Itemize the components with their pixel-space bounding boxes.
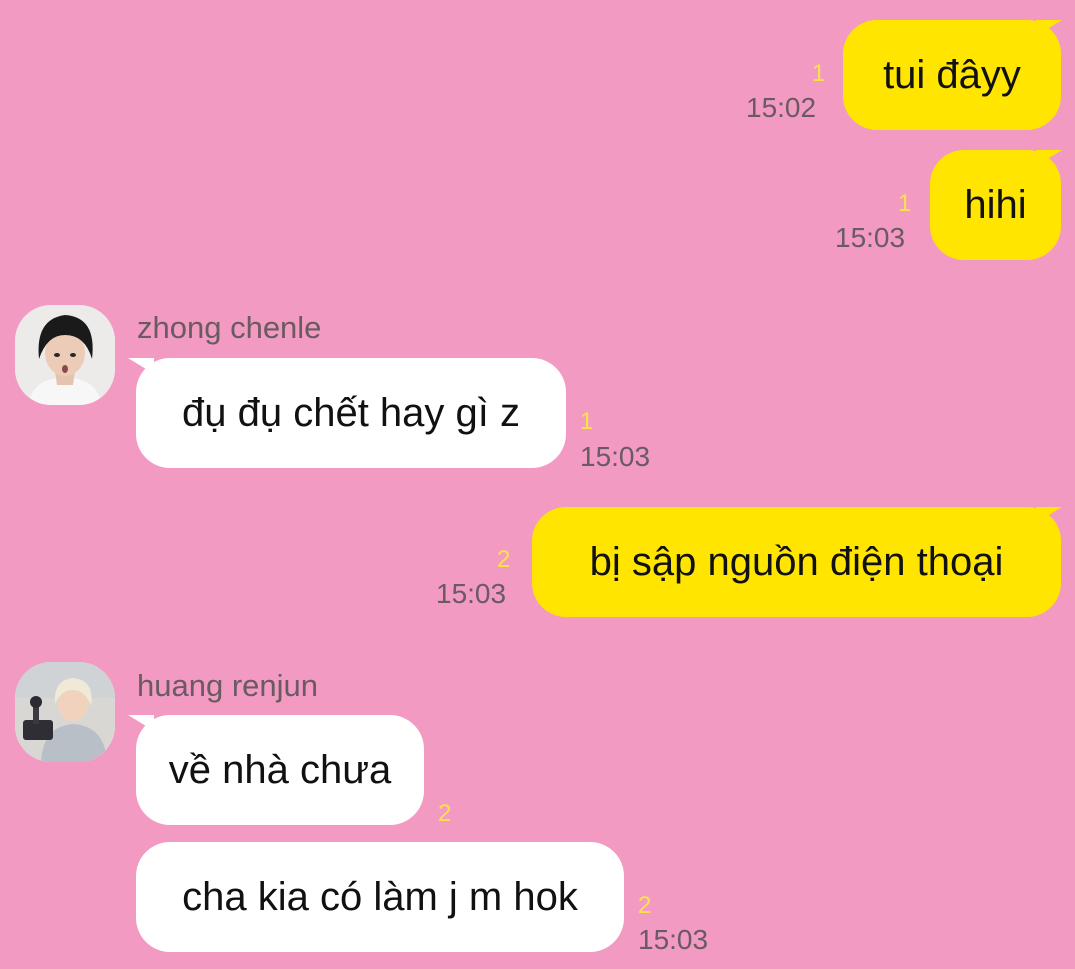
message-bubble[interactable]: tui đâyy <box>843 20 1061 130</box>
unread-count: 2 <box>638 892 652 919</box>
unread-count: 1 <box>898 190 912 217</box>
message-text: tui đâyy <box>883 53 1021 97</box>
sender-name: zhong chenle <box>137 310 322 345</box>
message-time: 15:03 <box>638 924 709 955</box>
message-text: bị sập nguồn điện thoại <box>589 540 1004 584</box>
avatar[interactable] <box>15 305 115 405</box>
avatar-image <box>15 662 115 762</box>
message-time: 15:03 <box>580 441 651 472</box>
message-bubble[interactable]: cha kia có làm j m hok <box>136 842 624 952</box>
message-text: cha kia có làm j m hok <box>182 875 578 919</box>
avatar[interactable] <box>15 662 115 762</box>
unread-count: 2 <box>438 800 452 827</box>
message-time: 15:03 <box>436 578 507 609</box>
message-bubble[interactable]: bị sập nguồn điện thoại <box>532 507 1061 617</box>
unread-count: 1 <box>812 60 826 87</box>
avatar-image <box>15 305 115 405</box>
sender-name: huang renjun <box>137 668 318 703</box>
message-bubble[interactable]: đụ đụ chết hay gì z <box>136 358 566 468</box>
message-text: hihi <box>964 183 1027 227</box>
unread-count: 1 <box>580 408 594 435</box>
message-time: 15:02 <box>746 92 817 123</box>
message-bubble[interactable]: về nhà chưa <box>136 715 424 825</box>
message-time: 15:03 <box>835 222 906 253</box>
message-text: về nhà chưa <box>168 748 392 792</box>
unread-count: 2 <box>497 546 511 573</box>
message-bubble[interactable]: hihi <box>930 150 1061 260</box>
message-text: đụ đụ chết hay gì z <box>181 391 520 435</box>
